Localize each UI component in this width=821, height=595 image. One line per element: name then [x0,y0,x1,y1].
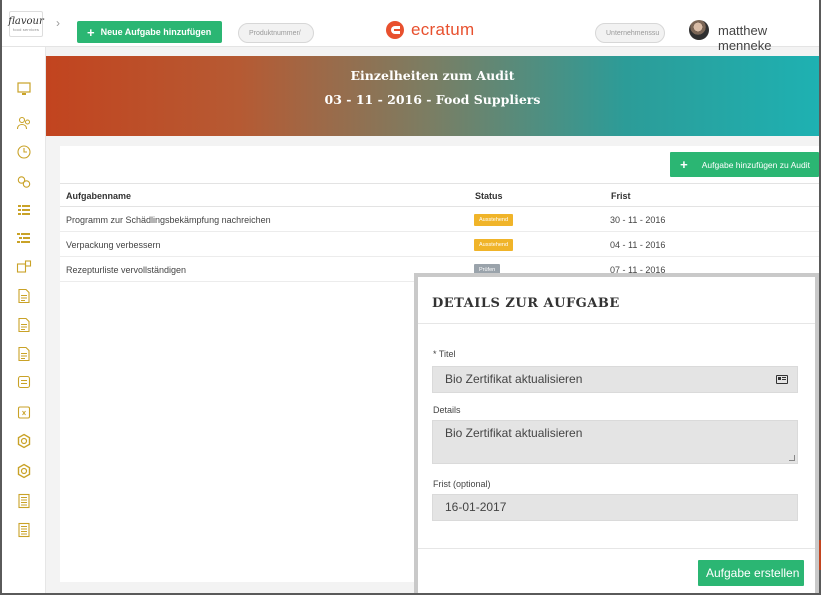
table-row[interactable]: Verpackung verbessern Ausstehend 04 - 11… [60,233,819,257]
document-icon[interactable] [16,317,32,333]
task-name[interactable]: Rezepturliste vervollständigen [66,265,186,275]
users-icon[interactable] [16,115,32,131]
contact-card-icon[interactable] [776,375,788,384]
divider [418,323,815,324]
gear-icon[interactable] [16,463,32,479]
create-task-label: Aufgabe erstellen [706,566,800,580]
list-tree-icon[interactable] [16,230,32,246]
due-field-label: Frist (optional) [433,479,491,489]
brand-name: ecratum [411,20,475,39]
details-textarea[interactable]: Bio Zertifikat aktualisieren [432,420,798,464]
transfer-icon[interactable] [16,259,32,275]
details-textarea-value: Bio Zertifikat aktualisieren [445,426,583,440]
plus-icon: + [87,24,95,40]
dialog-title: DETAILS ZUR AUFGABE [432,296,620,311]
divider [60,183,819,184]
page-title: Einzelheiten zum Audit [350,68,515,83]
calendar-icon[interactable] [16,404,32,420]
task-details-dialog: DETAILS ZUR AUFGABE * Titel Bio Zertifik… [414,273,819,593]
divider [418,548,815,549]
product-search-input[interactable]: Produktnummer/ [238,23,314,43]
link-icon[interactable] [16,174,32,190]
due-date-field[interactable]: 16-01-2017 [432,494,798,521]
plus-icon: + [680,157,688,172]
report-icon[interactable] [16,522,32,538]
column-header-due[interactable]: Frist [611,191,631,201]
company-search-placeholder: Unternehmenssu [606,29,660,37]
user-name[interactable]: matthew menneke [718,23,819,53]
top-bar: flavour food services › + Neue Aufgabe h… [2,0,819,53]
brand-logo: ecratum [386,20,475,40]
page-subtitle: 03 - 11 - 2016 - Food Suppliers [324,92,541,107]
logo-subtext: food services [12,26,40,32]
resize-handle-icon[interactable] [789,455,795,461]
table-row[interactable]: Programm zur Schädlingsbekämpfung nachre… [60,208,819,232]
title-field[interactable]: Bio Zertifikat aktualisieren [432,366,798,393]
sidebar [2,47,46,593]
column-header-status[interactable]: Status [475,191,503,201]
printer-icon[interactable] [16,374,32,390]
title-field-label: * Titel [433,349,456,359]
chevron-right-icon[interactable]: › [56,16,60,30]
add-task-to-audit-button[interactable]: + Aufgabe hinzufügen zu Audit [670,152,819,177]
logo-text: flavour [8,15,44,27]
document-icon[interactable] [16,346,32,362]
company-search-input[interactable]: Unternehmenssu [595,23,665,43]
company-logo[interactable]: flavour food services [8,11,44,37]
title-field-value: Bio Zertifikat aktualisieren [445,372,583,386]
new-task-label: Neue Aufgabe hinzufügen [100,27,212,37]
add-task-to-audit-label: Aufgabe hinzufügen zu Audit [701,159,810,170]
new-task-button[interactable]: + Neue Aufgabe hinzufügen [77,21,223,43]
ecratum-logo-icon [386,21,404,39]
task-due-date: 30 - 11 - 2016 [610,215,666,225]
document-icon[interactable] [16,288,32,304]
avatar[interactable] [689,20,709,40]
task-name[interactable]: Programm zur Schädlingsbekämpfung nachre… [66,215,271,225]
gear-icon[interactable] [16,433,32,449]
details-field-label: Details [433,405,461,415]
product-search-placeholder: Produktnummer/ [249,29,301,37]
list-icon[interactable] [16,202,32,218]
clock-document-icon[interactable] [16,144,32,160]
task-name[interactable]: Verpackung verbessern [66,240,161,250]
create-task-button[interactable]: Aufgabe erstellen [698,560,805,586]
status-badge: Ausstehend [474,214,514,226]
monitor-icon[interactable] [16,81,32,97]
column-header-task-name[interactable]: Aufgabenname [66,191,131,201]
due-date-value: 16-01-2017 [445,500,507,514]
task-due-date: 04 - 11 - 2016 [610,240,666,250]
status-badge: Ausstehend [474,239,514,251]
audit-header-banner: Einzelheiten zum Audit 03 - 11 - 2016 - … [46,56,819,136]
report-icon[interactable] [16,493,32,509]
divider [60,206,819,207]
